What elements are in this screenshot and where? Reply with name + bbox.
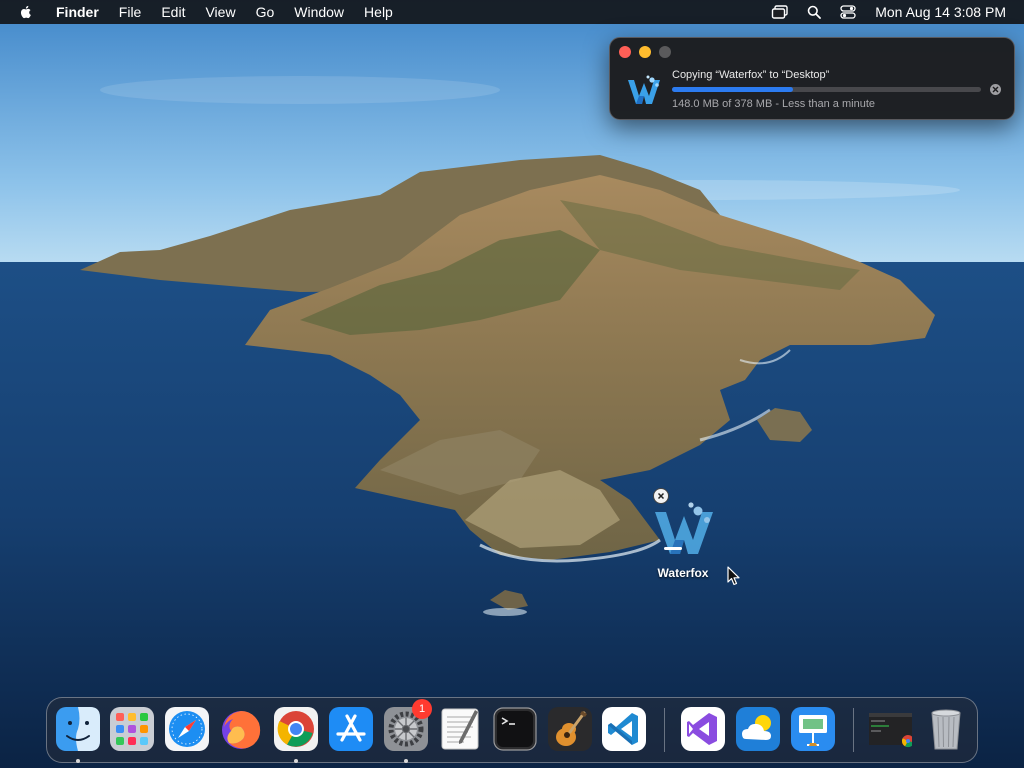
firefox-icon: [222, 711, 261, 749]
dock-textedit[interactable]: [438, 707, 482, 751]
dock-firefox[interactable]: [219, 707, 263, 751]
weather-icon: [736, 707, 780, 751]
desktop-item-label: Waterfox: [657, 566, 709, 580]
window-minimize-button[interactable]: [639, 46, 651, 58]
terminal-icon: [493, 707, 537, 751]
chrome-icon: [274, 707, 318, 751]
waterfox-icon: [628, 75, 660, 104]
dock-vscode[interactable]: [602, 707, 646, 751]
textedit-icon: [441, 708, 479, 750]
copy-status-text: 148.0 MB of 378 MB - Less than a minute: [672, 98, 876, 110]
menu-view[interactable]: View: [195, 0, 245, 24]
copy-progress-window: Copying “Waterfox” to “Desktop” 148.0 MB…: [609, 37, 1015, 120]
menu-go[interactable]: Go: [246, 0, 285, 24]
menu-help[interactable]: Help: [354, 0, 403, 24]
vscode-icon: [602, 707, 646, 751]
dock: [46, 697, 978, 763]
control-center-icon[interactable]: [839, 4, 857, 20]
garageband-icon: [548, 707, 592, 751]
app-store-icon: [329, 707, 373, 751]
window-close-button[interactable]: [619, 46, 631, 58]
apple-logo-icon[interactable]: [18, 4, 34, 20]
copy-progress-bar: [672, 87, 981, 92]
dock-finder[interactable]: [56, 707, 100, 751]
close-icon: [992, 86, 999, 93]
close-icon: [657, 492, 665, 500]
menu-bar-clock[interactable]: Mon Aug 14 3:08 PM: [865, 4, 1024, 20]
dock-safari[interactable]: [165, 707, 209, 751]
dock-keynote[interactable]: [791, 707, 835, 751]
menu-app-name[interactable]: Finder: [46, 0, 109, 24]
dock-running-indicator: [404, 759, 408, 763]
dock-garageband[interactable]: [548, 707, 592, 751]
menu-window[interactable]: Window: [284, 0, 354, 24]
finder-icon: [56, 707, 100, 751]
desktop-item-waterfox[interactable]: Waterfox: [640, 488, 730, 588]
menu-edit[interactable]: Edit: [151, 0, 195, 24]
menu-file[interactable]: File: [109, 0, 152, 24]
settings-notification-badge: 1: [412, 699, 432, 719]
copy-title: Copying “Waterfox” to “Desktop”: [672, 69, 830, 81]
spotlight-search-icon[interactable]: [805, 4, 823, 20]
cancel-copy-button[interactable]: [990, 84, 1001, 95]
dock-visual-studio[interactable]: [681, 707, 725, 751]
dock-terminal[interactable]: [493, 707, 537, 751]
trash-icon: [931, 709, 961, 750]
launchpad-icon: [110, 707, 154, 751]
dock-separator: [853, 708, 854, 752]
dock-weather[interactable]: [736, 707, 780, 751]
dock-running-indicator: [76, 759, 80, 763]
dock-running-indicator: [294, 759, 298, 763]
chrome-window-thumbnail-icon: [869, 713, 912, 748]
mouse-cursor-icon: [727, 566, 740, 586]
dock-trash[interactable]: [924, 707, 968, 751]
visual-studio-icon: [681, 707, 725, 751]
keynote-icon: [791, 707, 835, 751]
dock-chrome-window[interactable]: [868, 707, 912, 751]
dock-chrome[interactable]: [274, 707, 318, 751]
copy-progress-fill: [672, 87, 793, 92]
dock-separator: [664, 708, 665, 752]
dock-app-store[interactable]: [329, 707, 373, 751]
safari-icon: [165, 707, 209, 751]
dock-launchpad[interactable]: [110, 707, 154, 751]
menu-bar: Finder File Edit View Go Window Help Mon…: [0, 0, 1024, 24]
window-zoom-button: [659, 46, 671, 58]
desktop-copy-progress: [664, 547, 682, 550]
stage-manager-icon[interactable]: [771, 4, 789, 20]
waterfox-icon: [655, 502, 713, 554]
